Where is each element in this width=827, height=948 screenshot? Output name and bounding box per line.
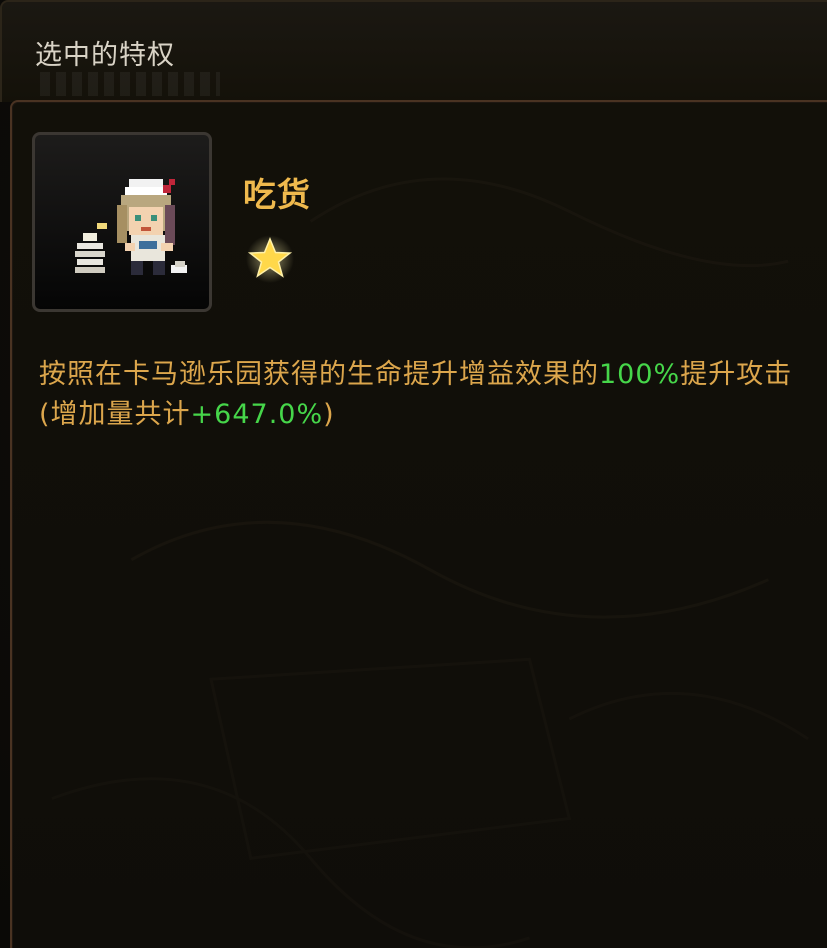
- desc-value-total: +647.0%: [190, 399, 324, 430]
- faint-background-text: [40, 72, 220, 96]
- window-header: 选中的特权: [0, 0, 827, 102]
- perk-icon-frame: [32, 132, 212, 312]
- perk-description: 按照在卡马逊乐园获得的生命提升增益效果的100%提升攻击(增加量共计+647.0…: [39, 355, 799, 435]
- window-title: 选中的特权: [35, 40, 175, 71]
- desc-value-percent: 100%: [599, 359, 681, 390]
- desc-text-3: ): [323, 399, 335, 430]
- perk-detail-window: 选中的特权 吃货 按照在卡马逊乐园获得的生命提升增益效果的100%提升攻击(增加…: [0, 0, 827, 948]
- desc-text-1: 按照在卡马逊乐园获得的生命提升增益效果的: [39, 359, 599, 390]
- perk-name: 吃货: [243, 175, 311, 214]
- star-icon: [246, 235, 294, 283]
- chef-girl-eating-icon: [75, 179, 187, 275]
